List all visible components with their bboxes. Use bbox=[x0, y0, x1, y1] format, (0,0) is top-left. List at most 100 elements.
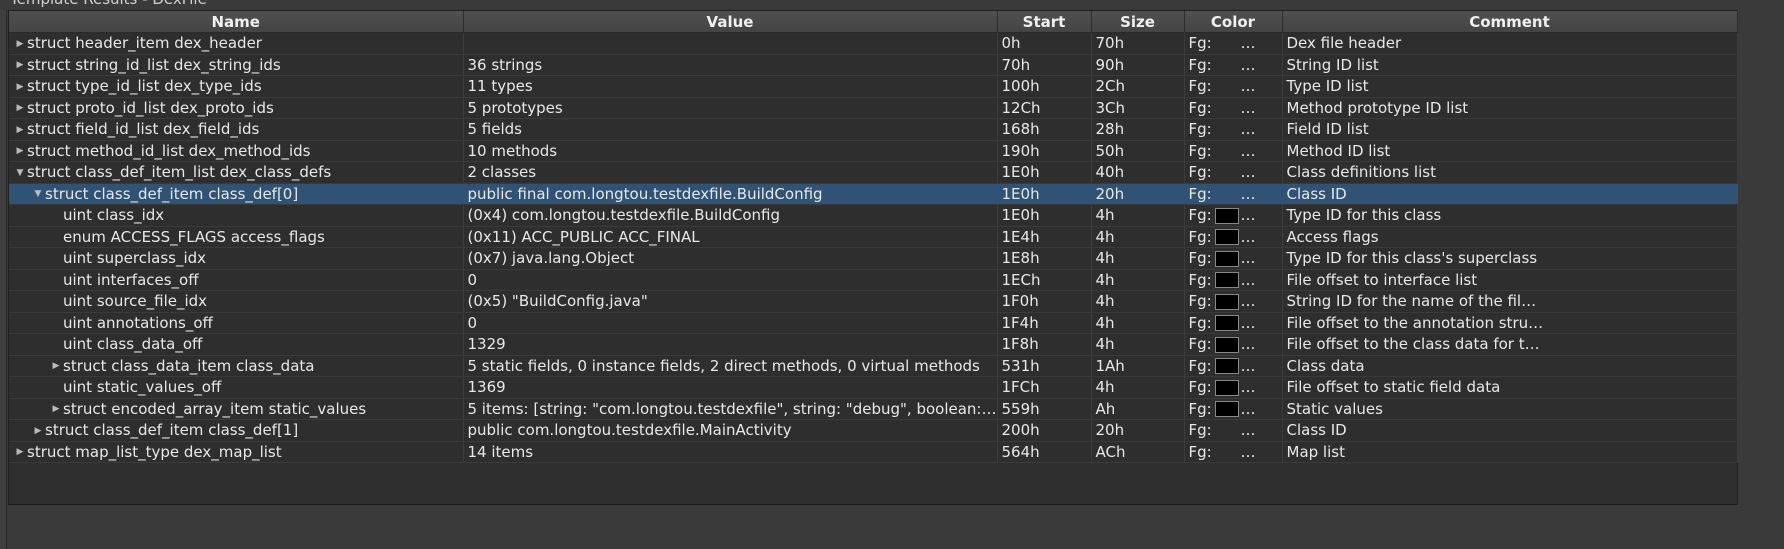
expand-arrow-icon[interactable]: ▶ bbox=[49, 399, 63, 419]
table-row[interactable]: ▶uint class_data_off13291F8h4hFg:Bg:File… bbox=[9, 333, 1738, 356]
bg-color-swatch[interactable] bbox=[1268, 444, 1281, 461]
bg-color-swatch[interactable] bbox=[1268, 143, 1281, 160]
table-row[interactable]: ▶ struct map_list_type dex_map_list 14 ite… bbox=[9, 441, 1738, 463]
table-row[interactable]: ▶uint static_values_off13691FCh4hFg:Bg:F… bbox=[9, 376, 1738, 399]
fg-color-swatch[interactable] bbox=[1215, 143, 1239, 159]
expand-arrow-icon[interactable]: ▶ bbox=[13, 141, 27, 161]
table-row[interactable]: ▶uint superclass_idx(0x7) java.lang.Obje… bbox=[9, 247, 1738, 270]
table-row[interactable]: ▶ struct header_item dex_header 0h 70h Fg: Bg… bbox=[9, 32, 1738, 55]
color-cell[interactable]: Fg: Bg: bbox=[1184, 161, 1283, 184]
fg-color-swatch[interactable] bbox=[1215, 165, 1239, 181]
table-row[interactable]: ▶ struct encoded_array_item static_values… bbox=[9, 398, 1738, 420]
table-row[interactable]: ▶ struct field_id_list dex_field_ids 5 fie… bbox=[9, 118, 1738, 141]
fg-color-swatch[interactable] bbox=[1214, 207, 1239, 224]
expand-arrow-icon[interactable]: ▶ bbox=[49, 356, 63, 376]
fg-color-swatch[interactable] bbox=[1214, 401, 1239, 418]
bg-color-swatch[interactable] bbox=[1268, 100, 1281, 117]
color-cell[interactable]: Fg: Bg: bbox=[1184, 419, 1283, 442]
table-row[interactable]: ▶ struct method_id_list dex_method_ids 10 … bbox=[9, 140, 1738, 162]
column-header-size[interactable]: Size bbox=[1091, 11, 1185, 33]
expand-arrow-icon[interactable]: ▶ bbox=[13, 55, 27, 75]
fg-color-swatch[interactable] bbox=[1214, 379, 1239, 396]
fg-color-swatch[interactable] bbox=[1214, 272, 1239, 289]
column-header-name[interactable]: Name bbox=[9, 11, 464, 33]
bg-color-swatch[interactable] bbox=[1268, 379, 1281, 396]
table-row[interactable]: ▶uint class_idx(0x4) com.longtou.testdex… bbox=[9, 204, 1738, 227]
fg-color-swatch[interactable] bbox=[1215, 100, 1239, 116]
color-cell[interactable]: Fg: Bg: bbox=[1184, 376, 1283, 399]
table-row[interactable]: ▶ struct proto_id_list dex_proto_ids 5 pro… bbox=[9, 97, 1738, 119]
table-row[interactable]: ▶ struct class_data_item class_data 5 stat… bbox=[9, 355, 1738, 377]
color-cell[interactable]: Fg: Bg: bbox=[1184, 204, 1283, 227]
color-cell[interactable]: Fg: Bg: bbox=[1184, 75, 1283, 98]
fg-label: Fg: bbox=[1188, 270, 1212, 289]
bg-color-swatch[interactable] bbox=[1268, 35, 1281, 52]
color-cell[interactable]: Fg: Bg: bbox=[1184, 269, 1283, 291]
table-row[interactable]: ▶enum ACCESS_FLAGS access_flags(0x11) AC… bbox=[9, 226, 1738, 248]
table-row[interactable]: ▶uint annotations_off01F4h4hFg:Bg:File o… bbox=[9, 312, 1738, 334]
fg-color-swatch[interactable] bbox=[1215, 79, 1239, 95]
color-cell[interactable]: Fg: Bg: bbox=[1184, 398, 1283, 420]
color-cell[interactable]: Fg: Bg: bbox=[1184, 355, 1283, 377]
color-cell[interactable]: Fg: Bg: bbox=[1184, 118, 1283, 141]
fg-color-swatch[interactable] bbox=[1215, 122, 1239, 138]
expand-arrow-icon[interactable]: ▶ bbox=[13, 34, 27, 54]
color-cell[interactable]: Fg: Bg: bbox=[1184, 333, 1283, 356]
bg-color-swatch[interactable] bbox=[1268, 229, 1281, 246]
table-row[interactable]: ▶ struct class_def_item class_def[1] publi… bbox=[9, 419, 1738, 442]
table-row[interactable]: ▶ struct type_id_list dex_type_ids 11 type… bbox=[9, 75, 1738, 98]
expand-arrow-icon[interactable]: ▶ bbox=[31, 421, 45, 441]
bg-color-swatch[interactable] bbox=[1268, 57, 1281, 74]
expand-arrow-icon[interactable]: ▶ bbox=[13, 442, 27, 462]
table-row[interactable]: ▶uint source_file_idx(0x5) "BuildConfig.… bbox=[9, 290, 1738, 313]
bg-color-swatch[interactable] bbox=[1268, 293, 1281, 310]
fg-color-swatch[interactable] bbox=[1215, 36, 1239, 52]
table-row[interactable]: ▼ struct class_def_item class_def[0] publi… bbox=[9, 183, 1738, 205]
fg-color-swatch[interactable] bbox=[1214, 293, 1239, 310]
table-row[interactable]: ▶ struct string_id_list dex_string_ids 36 … bbox=[9, 54, 1738, 76]
expand-arrow-icon[interactable]: ▶ bbox=[13, 98, 27, 118]
bg-color-swatch[interactable] bbox=[1268, 336, 1281, 353]
fg-color-swatch[interactable] bbox=[1214, 358, 1239, 375]
table-row[interactable]: ▶uint interfaces_off01ECh4hFg:Bg:File of… bbox=[9, 269, 1738, 291]
expand-arrow-icon[interactable]: ▶ bbox=[13, 77, 27, 97]
color-cell[interactable]: Fg: Bg: bbox=[1184, 312, 1283, 334]
color-cell[interactable]: Fg: Bg: bbox=[1184, 441, 1283, 463]
bg-color-swatch[interactable] bbox=[1268, 315, 1281, 332]
collapse-arrow-icon[interactable]: ▼ bbox=[13, 163, 27, 183]
table-row[interactable]: ▼ struct class_def_item_list dex_class_de… bbox=[9, 161, 1738, 184]
column-header-value[interactable]: Value bbox=[463, 11, 998, 33]
column-header-color[interactable]: Color bbox=[1184, 11, 1283, 33]
expand-arrow-icon[interactable]: ▶ bbox=[13, 120, 27, 140]
bg-color-swatch[interactable] bbox=[1268, 186, 1281, 203]
fg-color-swatch[interactable] bbox=[1215, 186, 1239, 202]
column-header-start[interactable]: Start bbox=[997, 11, 1092, 33]
fg-color-swatch[interactable] bbox=[1214, 229, 1239, 246]
bg-color-swatch[interactable] bbox=[1268, 121, 1281, 138]
fg-color-swatch[interactable] bbox=[1214, 315, 1239, 332]
color-cell[interactable]: Fg: Bg: bbox=[1184, 247, 1283, 270]
bg-color-swatch[interactable] bbox=[1268, 422, 1281, 439]
fg-color-swatch[interactable] bbox=[1214, 250, 1239, 267]
color-cell[interactable]: Fg: Bg: bbox=[1184, 183, 1283, 205]
bg-color-swatch[interactable] bbox=[1268, 358, 1281, 375]
color-cell[interactable]: Fg: Bg: bbox=[1184, 140, 1283, 162]
fg-color-swatch[interactable] bbox=[1215, 57, 1239, 73]
bg-color-swatch[interactable] bbox=[1268, 164, 1281, 181]
fg-color-swatch[interactable] bbox=[1214, 336, 1239, 353]
bg-color-swatch[interactable] bbox=[1268, 250, 1281, 267]
bg-color-swatch[interactable] bbox=[1268, 401, 1281, 418]
color-cell[interactable]: Fg: Bg: bbox=[1184, 290, 1283, 313]
color-cell[interactable]: Fg: Bg: bbox=[1184, 54, 1283, 76]
column-header-comment[interactable]: Comment bbox=[1282, 11, 1738, 33]
color-cell[interactable]: Fg: Bg: bbox=[1184, 32, 1283, 55]
fg-color-swatch[interactable] bbox=[1215, 444, 1239, 460]
collapse-arrow-icon[interactable]: ▼ bbox=[31, 184, 45, 204]
fg-color-swatch[interactable] bbox=[1215, 423, 1239, 439]
color-cell[interactable]: Fg: Bg: bbox=[1184, 97, 1283, 119]
bg-color-swatch[interactable] bbox=[1268, 78, 1281, 95]
bg-color-swatch[interactable] bbox=[1268, 272, 1281, 289]
bg-color-swatch[interactable] bbox=[1268, 207, 1281, 224]
comment-cell: Type ID for this class bbox=[1282, 204, 1738, 227]
color-cell[interactable]: Fg: Bg: bbox=[1184, 226, 1283, 248]
